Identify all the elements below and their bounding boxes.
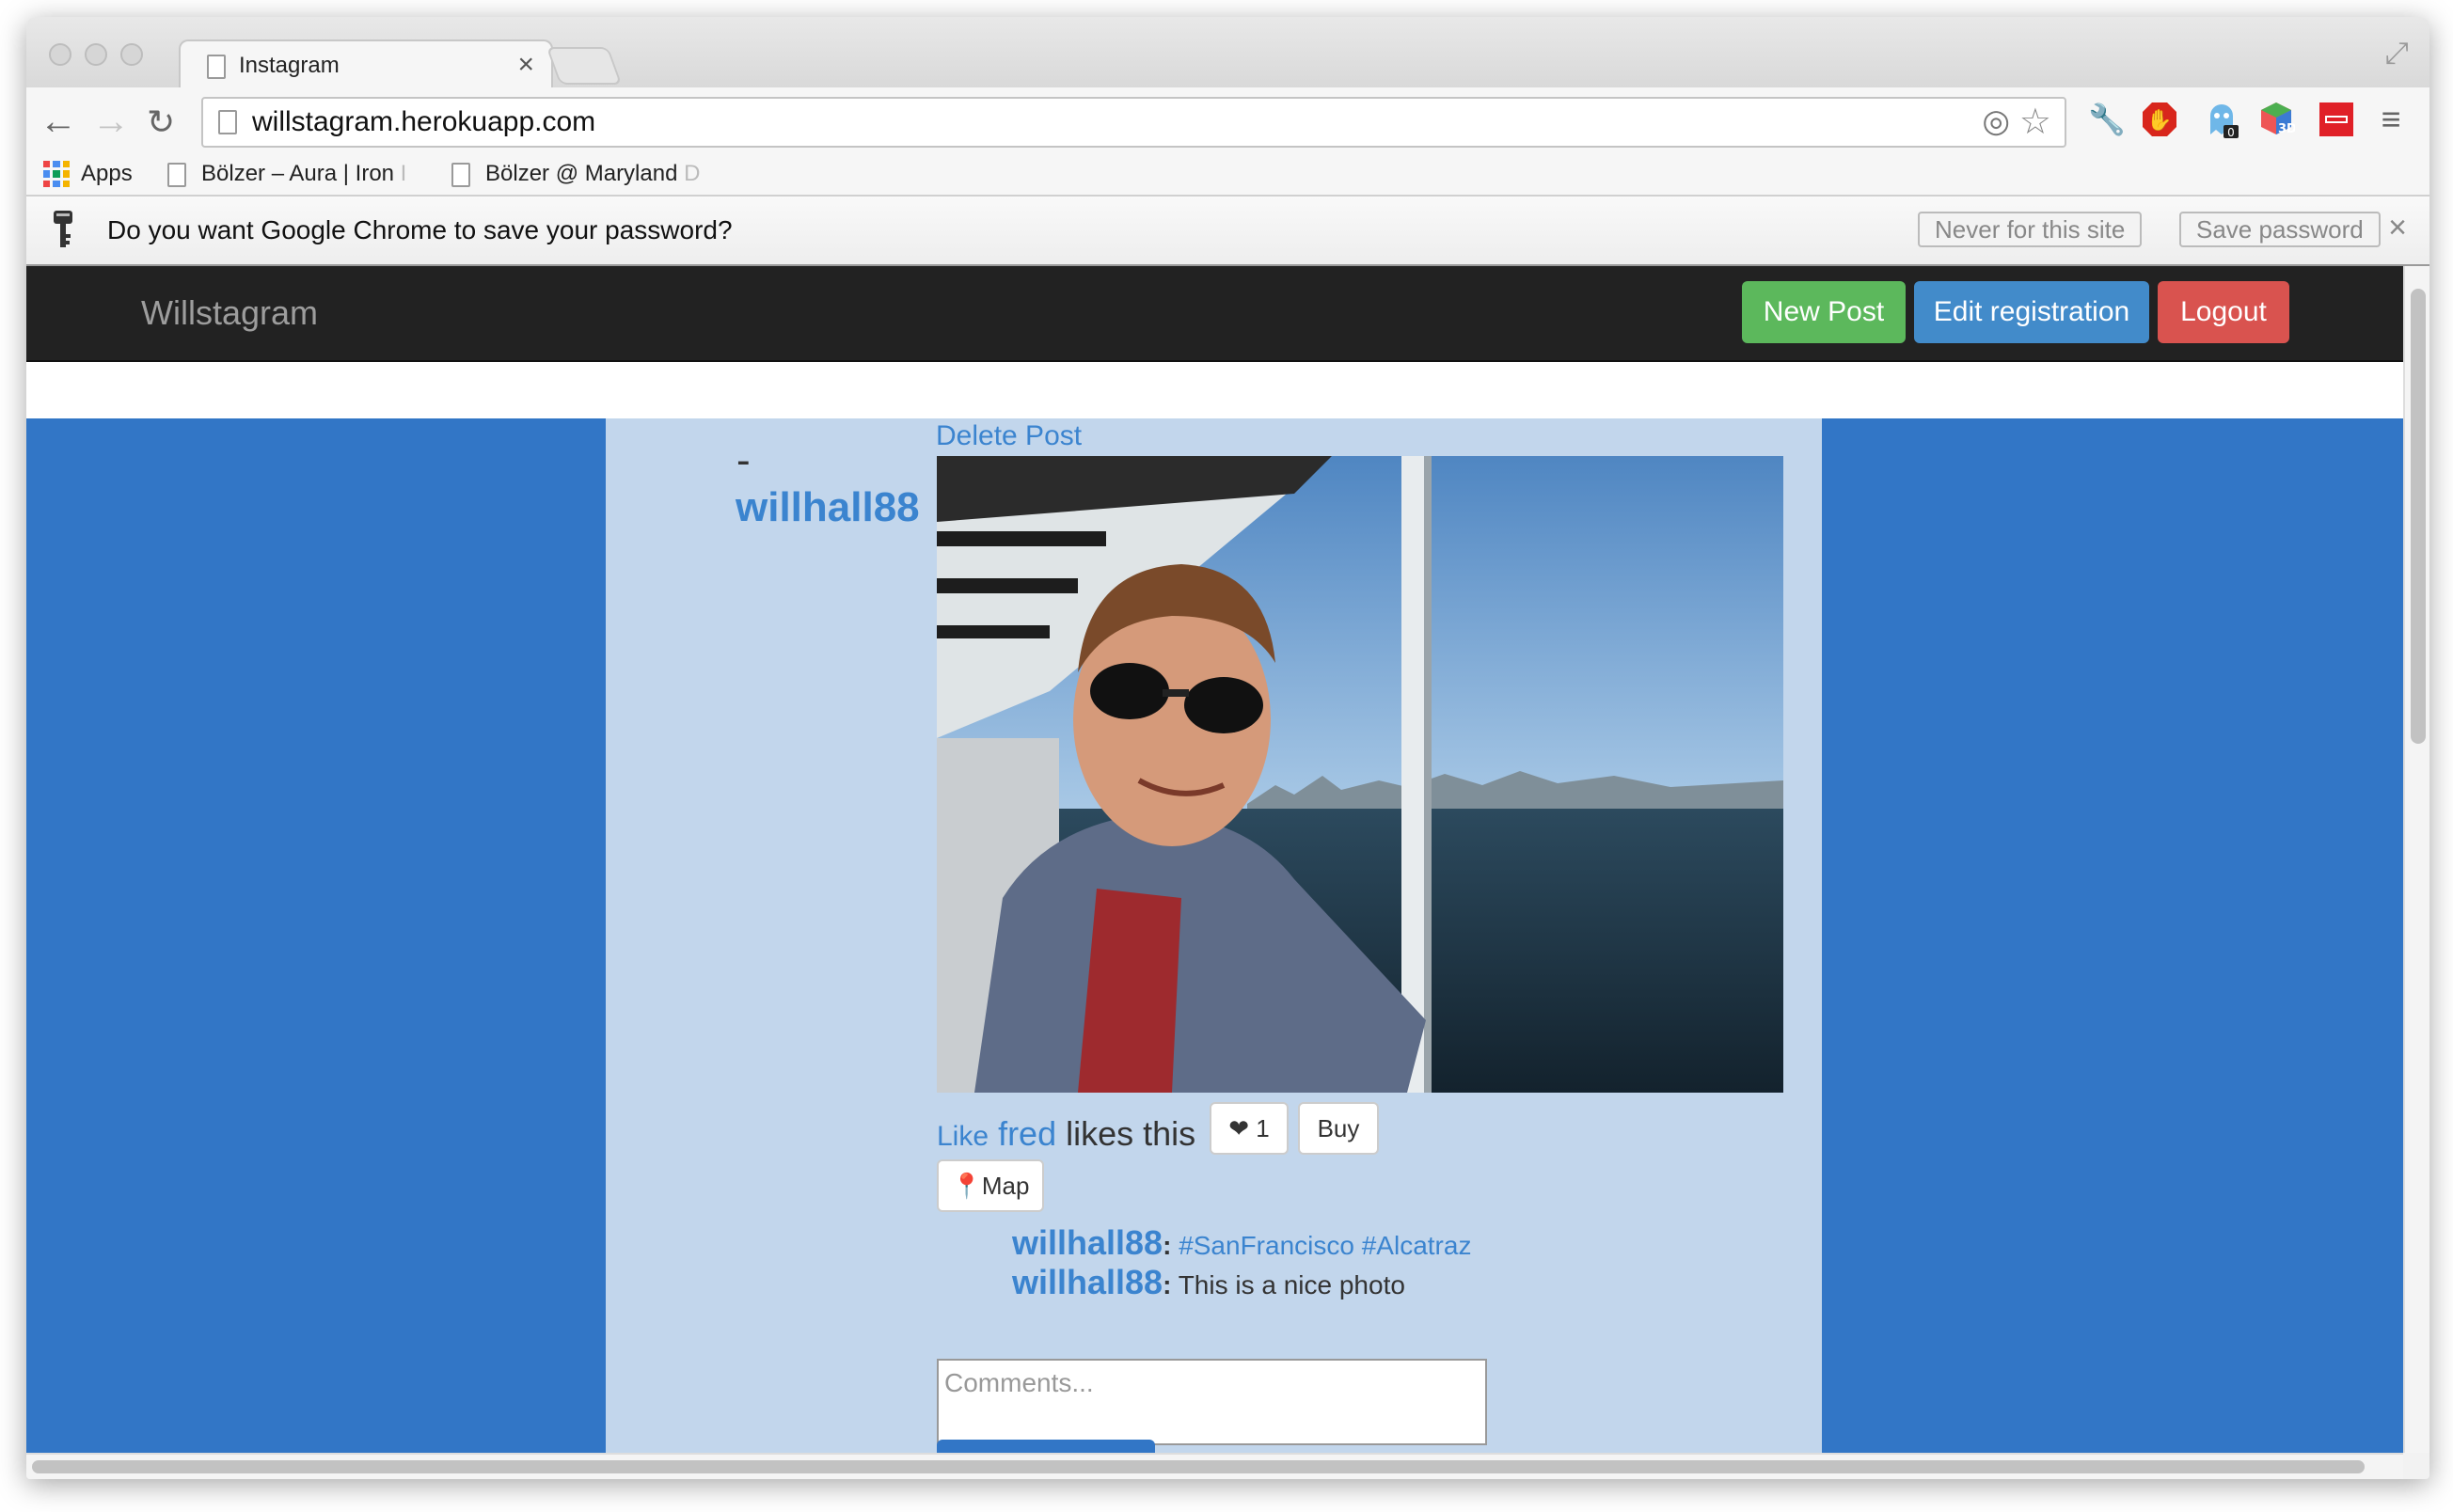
comment-text[interactable]: #SanFrancisco #Alcatraz — [1179, 1231, 1471, 1260]
red-extension-icon[interactable] — [2316, 99, 2357, 140]
map-label: Map — [981, 1172, 1030, 1200]
3d-badge: 3D — [2278, 122, 2295, 136]
tab-close-icon[interactable]: × — [517, 49, 534, 81]
zoom-window-button[interactable] — [120, 43, 143, 66]
post-photo — [937, 456, 1783, 1093]
buy-button[interactable]: Buy — [1298, 1102, 1379, 1155]
map-pin-icon: 📍 — [951, 1172, 982, 1200]
submit-comment-button[interactable] — [937, 1440, 1155, 1453]
ghostery-badge: 0 — [2227, 126, 2235, 138]
map-button[interactable]: 📍Map — [937, 1159, 1044, 1212]
post-author[interactable]: willhall88 — [736, 484, 920, 531]
horizontal-scrollbar[interactable] — [26, 1453, 2403, 1479]
apps-icon — [43, 161, 70, 187]
page-icon — [207, 55, 226, 79]
comment-input[interactable]: Comments... — [937, 1359, 1487, 1445]
likes-text: likes this — [1066, 1114, 1196, 1153]
post-container: - willhall88 Delete Post Like fred likes… — [606, 418, 1822, 1453]
address-bar[interactable]: willstagram.herokuapp.com ◎ ☆ — [201, 97, 2066, 148]
never-for-this-site-button[interactable]: Never for this site — [1918, 212, 2143, 247]
page-icon — [167, 163, 186, 187]
bookmark-apps[interactable]: Apps — [81, 161, 133, 187]
tab-title: Instagram — [239, 53, 340, 78]
location-icon[interactable]: ◎ — [1982, 102, 2010, 140]
bookmark-bolzer-maryland[interactable]: Bölzer @ Maryland D — [485, 161, 700, 187]
reload-icon[interactable]: ↻ — [147, 102, 175, 142]
bookmarks-bar: Apps Bölzer – Aura | Iron I Bölzer @ Mar… — [26, 151, 2429, 197]
new-post-button[interactable]: New Post — [1742, 281, 1906, 343]
infobar-close-icon[interactable]: × — [2388, 210, 2407, 246]
wrench-icon[interactable]: 🔧 — [2086, 99, 2128, 140]
edit-registration-button[interactable]: Edit registration — [1914, 281, 2149, 343]
bookmark-bolzer-aura[interactable]: Bölzer – Aura | Iron I — [201, 161, 406, 187]
save-password-infobar: Do you want Google Chrome to save your p… — [26, 197, 2429, 266]
page-icon — [451, 163, 470, 187]
liker-name[interactable]: fred — [998, 1114, 1056, 1153]
browser-window: Instagram × ⤢ ← → ↻ willstagram.herokuap… — [26, 17, 2429, 1479]
author-dash: - — [736, 437, 751, 483]
close-window-button[interactable] — [49, 43, 71, 66]
site-brand[interactable]: Willstagram — [141, 293, 318, 333]
back-icon[interactable]: ← — [40, 101, 77, 143]
likes-row: Like fred likes this — [937, 1114, 1195, 1154]
site-navbar: Willstagram New Post Edit registration L… — [26, 266, 2403, 362]
horizontal-scroll-thumb[interactable] — [32, 1460, 2365, 1473]
vertical-scrollbar[interactable] — [2403, 266, 2429, 1453]
infobar-message: Do you want Google Chrome to save your p… — [107, 215, 733, 244]
ghostery-icon[interactable]: 0 — [2201, 99, 2242, 140]
3d-icon[interactable]: 3D — [2255, 99, 2297, 140]
like-link[interactable]: Like — [937, 1121, 989, 1152]
adblock-icon[interactable]: ✋ — [2139, 99, 2180, 140]
delete-post-link[interactable]: Delete Post — [936, 420, 1082, 452]
url-text: willstagram.herokuapp.com — [252, 106, 596, 137]
minimize-window-button[interactable] — [85, 43, 107, 66]
comment-author[interactable]: willhall88 — [1012, 1263, 1163, 1301]
comment-author[interactable]: willhall88 — [1012, 1223, 1163, 1262]
bookmark-star-icon[interactable]: ☆ — [2019, 101, 2051, 143]
tab-bar: Instagram × ⤢ — [26, 17, 2429, 88]
comment-item: willhall88: #SanFrancisco #Alcatraz — [1012, 1223, 1472, 1262]
fullscreen-icon[interactable]: ⤢ — [2384, 36, 2409, 71]
forward-icon[interactable]: → — [92, 101, 130, 143]
vertical-scroll-thumb[interactable] — [2411, 289, 2426, 744]
menu-icon[interactable]: ≡ — [2370, 99, 2412, 140]
comment-text: This is a nice photo — [1178, 1270, 1405, 1299]
like-count-button[interactable]: ❤ 1 — [1210, 1102, 1289, 1155]
comment-item: willhall88: This is a nice photo — [1012, 1263, 1405, 1301]
page-icon — [218, 110, 237, 134]
page-viewport: Willstagram New Post Edit registration L… — [26, 266, 2403, 1453]
key-icon — [54, 211, 72, 247]
new-tab-button[interactable] — [546, 47, 623, 85]
save-password-button[interactable]: Save password — [2179, 212, 2381, 247]
logout-button[interactable]: Logout — [2158, 281, 2289, 343]
svg-text:✋: ✋ — [2146, 108, 2172, 133]
heart-icon: ❤ — [1228, 1114, 1250, 1142]
browser-tab[interactable]: Instagram × — [179, 39, 553, 88]
like-count: 1 — [1256, 1114, 1270, 1142]
